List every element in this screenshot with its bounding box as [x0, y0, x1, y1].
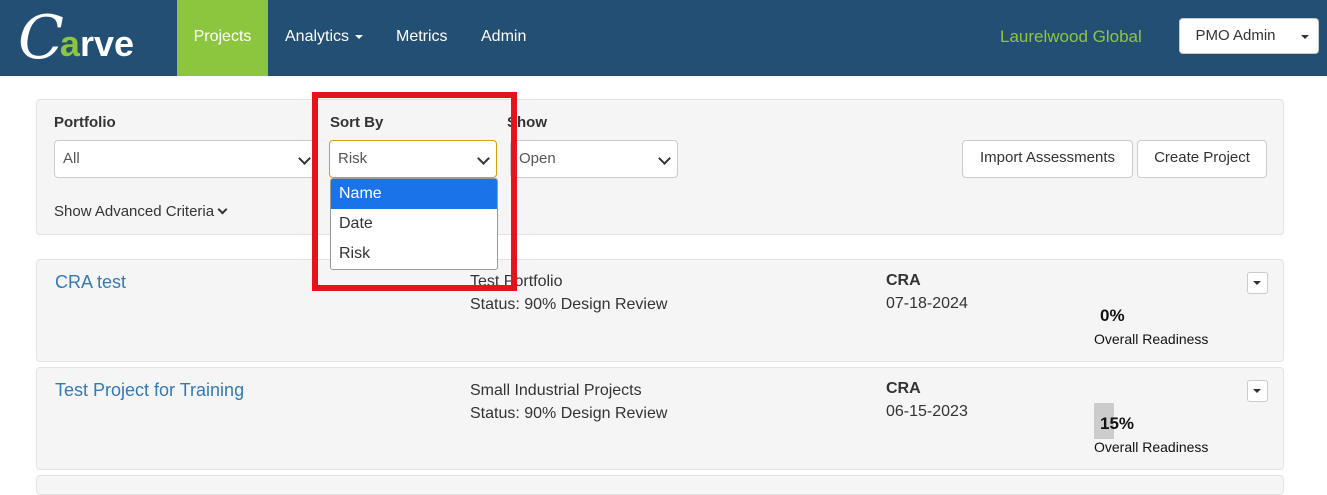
nav-admin[interactable]: Admin — [481, 0, 526, 76]
caret-down-icon — [1253, 389, 1261, 393]
readiness-percent: 0% — [1100, 306, 1125, 325]
sort-by-options-list: Name Date Risk — [330, 178, 498, 270]
sort-by-label: Sort By — [330, 114, 384, 131]
show-select-value: Open — [519, 150, 556, 167]
show-advanced-criteria-toggle[interactable]: Show Advanced Criteria — [54, 203, 228, 220]
project-actions-toggle[interactable] — [1247, 272, 1268, 294]
show-select[interactable]: Open — [510, 140, 678, 178]
caret-down-icon — [355, 34, 364, 39]
carve-logo[interactable]: C a rve — [18, 8, 134, 68]
project-type: CRA — [886, 380, 921, 397]
project-status: Status: 90% Design Review — [470, 405, 668, 422]
show-label: Show — [507, 114, 547, 131]
project-actions-toggle[interactable] — [1247, 380, 1268, 402]
project-type: CRA — [886, 272, 921, 289]
caret-down-icon — [1301, 35, 1309, 39]
import-assessments-button[interactable]: Import Assessments — [962, 140, 1133, 178]
project-card: CRA test Test Portfolio Status: 90% Desi… — [36, 259, 1284, 362]
nav-analytics-label: Analytics — [285, 28, 350, 45]
portfolio-select[interactable]: All — [54, 140, 318, 178]
logo-letters-rve: rve — [79, 23, 135, 64]
sort-by-select[interactable]: Risk — [329, 140, 497, 178]
user-menu-button[interactable]: PMO Admin — [1179, 18, 1292, 54]
user-menu-toggle[interactable] — [1291, 18, 1319, 54]
readiness-label: Overall Readiness — [1094, 331, 1209, 347]
sort-by-select-value: Risk — [338, 150, 368, 167]
chevron-down-icon — [477, 152, 490, 165]
chevron-down-icon — [298, 152, 311, 165]
top-navbar: C a rve Projects Analytics Metrics Admin… — [0, 0, 1327, 76]
chevron-down-icon — [217, 204, 228, 215]
project-portfolio: Small Industrial Projects — [470, 382, 642, 399]
portfolio-label: Portfolio — [54, 114, 116, 131]
project-name-link[interactable]: Test Project for Training — [55, 380, 244, 401]
portfolio-select-value: All — [63, 150, 80, 167]
project-date: 07-18-2024 — [886, 295, 968, 312]
nav-projects[interactable]: Projects — [177, 0, 268, 76]
project-name-link[interactable]: CRA test — [55, 272, 126, 293]
caret-down-icon — [1253, 281, 1261, 285]
project-date: 06-15-2023 — [886, 403, 968, 420]
project-card — [36, 475, 1284, 495]
project-status: Status: 90% Design Review — [470, 296, 668, 313]
nav-analytics[interactable]: Analytics — [285, 0, 364, 76]
sort-option-name[interactable]: Name — [331, 179, 497, 209]
project-portfolio: Test Portfolio — [470, 273, 563, 290]
sort-option-risk[interactable]: Risk — [331, 239, 497, 269]
create-project-button[interactable]: Create Project — [1137, 140, 1267, 178]
readiness-percent: 15% — [1100, 414, 1135, 433]
readiness-label: Overall Readiness — [1094, 439, 1209, 455]
company-name: Laurelwood Global — [1000, 27, 1142, 46]
nav-metrics[interactable]: Metrics — [396, 0, 448, 76]
project-card: Test Project for Training Small Industri… — [36, 367, 1284, 470]
chevron-down-icon — [658, 152, 671, 165]
logo-letter-a: a — [59, 23, 80, 64]
sort-option-date[interactable]: Date — [331, 209, 497, 239]
advanced-criteria-label: Show Advanced Criteria — [54, 203, 215, 220]
logo-letter-c: C — [18, 3, 64, 73]
